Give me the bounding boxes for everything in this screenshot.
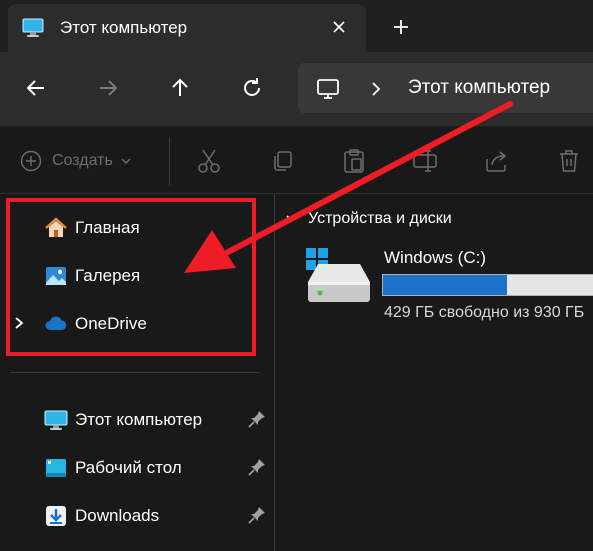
copy-icon[interactable]: [268, 147, 296, 175]
pane-divider[interactable]: [274, 194, 275, 551]
drive-name: Windows (C:): [384, 248, 487, 267]
tab-this-pc[interactable]: Этот компьютер: [8, 4, 366, 52]
arrow-left-icon[interactable]: [18, 70, 54, 106]
drive-usage-bar: [382, 274, 593, 296]
desktop-icon: [46, 459, 66, 477]
command-separator: [169, 137, 170, 185]
arrow-right-icon[interactable]: [90, 70, 126, 106]
drive-item[interactable]: Windows (C:) 429 ГБ свободно из 930 ГБ: [306, 244, 593, 334]
sidebar-item-this-pc[interactable]: Этот компьютер: [0, 400, 270, 440]
rename-icon[interactable]: [411, 147, 439, 175]
cut-icon[interactable]: [195, 147, 223, 175]
delete-icon[interactable]: [555, 147, 583, 175]
plus-icon[interactable]: [386, 12, 416, 42]
content-pane: Устройства и диски Windows (C:) 429 ГБ с…: [276, 194, 593, 551]
refresh-icon[interactable]: [234, 70, 270, 106]
computer-icon: [22, 18, 44, 37]
computer-icon: [44, 410, 68, 430]
drive-free-space: 429 ГБ свободно из 930 ГБ: [384, 304, 585, 321]
pin-icon[interactable]: [248, 506, 266, 524]
drive-icon: [306, 248, 370, 302]
create-button[interactable]: Создать: [20, 147, 131, 175]
address-bar[interactable]: Этот компьютер: [298, 63, 593, 113]
title-bar: Этот компьютер: [0, 0, 593, 52]
navigation-bar: Этот компьютер: [0, 52, 593, 126]
tab-title: Этот компьютер: [60, 18, 188, 37]
pin-icon[interactable]: [248, 410, 266, 428]
group-title: Устройства и диски: [308, 210, 452, 227]
group-header-devices[interactable]: Устройства и диски: [286, 210, 452, 228]
pin-icon[interactable]: [248, 458, 266, 476]
plus-circle-icon: [20, 150, 42, 172]
create-label: Создать: [52, 152, 113, 169]
share-icon[interactable]: [483, 147, 511, 175]
address-location: Этот компьютер: [408, 77, 551, 98]
arrow-up-icon[interactable]: [162, 70, 198, 106]
sidebar-item-label: Downloads: [75, 506, 160, 525]
close-icon[interactable]: [326, 14, 352, 40]
sidebar-item-desktop[interactable]: Рабочий стол: [0, 448, 270, 488]
chevron-down-icon: [286, 215, 298, 223]
annotation-highlight-box: [6, 198, 256, 356]
drive-usage-fill: [383, 275, 508, 295]
sidebar-divider: [10, 372, 260, 373]
chevron-down-icon: [121, 158, 131, 164]
computer-icon: [317, 79, 339, 99]
chevron-right-icon[interactable]: [370, 81, 382, 97]
download-icon: [46, 506, 66, 526]
sidebar-item-label: Рабочий стол: [75, 458, 182, 477]
sidebar-item-label: Этот компьютер: [75, 410, 203, 429]
sidebar-item-downloads[interactable]: Downloads: [0, 496, 270, 536]
command-bar: Создать: [0, 126, 593, 194]
paste-icon[interactable]: [340, 147, 368, 175]
